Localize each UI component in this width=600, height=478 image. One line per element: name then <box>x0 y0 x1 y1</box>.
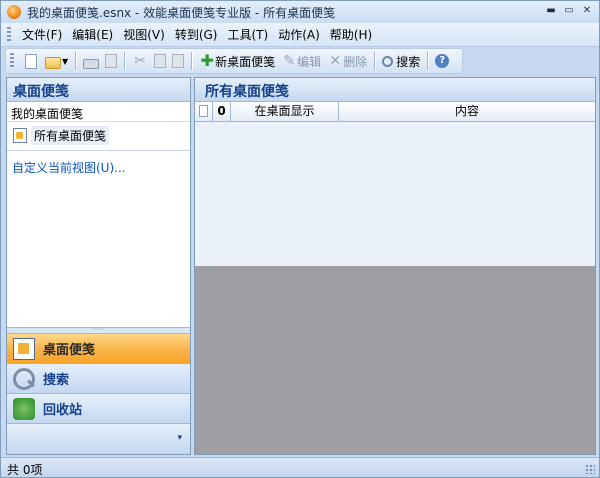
notes-table: 0 在桌面显示 内容 ◀ ||| ▶ <box>195 102 595 285</box>
menu-view[interactable]: 视图(V) <box>118 26 170 43</box>
app-logo-icon <box>7 5 21 19</box>
nav-pane-title: 桌面便笺 <box>7 78 190 102</box>
toolbar: ▼ ✂ ✚ 新桌面便笺 ✎ 编辑 ✕ 删除 搜索 ? <box>5 48 463 74</box>
status-item-count: 共 0项 <box>7 463 43 477</box>
print-preview-icon <box>105 54 118 68</box>
chevron-down-icon[interactable]: ▾ <box>177 433 182 443</box>
minimize-button[interactable]: ▬ <box>543 4 559 18</box>
help-button[interactable]: ? <box>432 50 452 72</box>
nav-notes-label: 桌面便笺 <box>43 343 96 358</box>
menu-file[interactable]: 文件(F) <box>17 26 67 43</box>
navigation-pane: 桌面便笺 我的桌面便笺 所有桌面便笺 自定义当前视图(U)... ····· 桌… <box>6 77 191 455</box>
nav-search-label: 搜索 <box>43 373 70 388</box>
app-window: 我的桌面便笺.esnx - 效能桌面便笺专业版 - 所有桌面便笺 ▬ ▭ ✕ 文… <box>0 0 600 478</box>
column-content[interactable]: 内容 <box>339 102 595 121</box>
reading-pane <box>195 266 595 454</box>
column-attachment[interactable]: 0 <box>213 102 231 121</box>
open-folder-icon <box>45 56 61 69</box>
window-controls: ▬ ▭ ✕ <box>543 4 595 18</box>
delete-button[interactable]: ✕ 删除 <box>324 50 370 72</box>
table-header: 0 在桌面显示 内容 <box>195 102 595 122</box>
copy-icon <box>154 54 167 68</box>
nav-options-bar[interactable]: ▾ <box>7 423 190 454</box>
edit-button[interactable]: ✎ 编辑 <box>278 50 324 72</box>
nav-recycle-button[interactable]: 回收站 <box>7 393 190 423</box>
toolbar-grip[interactable] <box>10 53 14 69</box>
print-button[interactable] <box>80 50 102 72</box>
search-icon <box>13 367 35 390</box>
status-bar: 共 0项 <box>1 457 599 477</box>
new-note-label: 新桌面便笺 <box>215 54 276 69</box>
nav-notes-button[interactable]: 桌面便笺 <box>7 333 190 363</box>
paste-icon <box>172 54 185 68</box>
view-title: 所有桌面便笺 <box>195 78 595 102</box>
nav-recycle-label: 回收站 <box>43 403 83 418</box>
delete-x-icon: ✕ <box>329 53 342 69</box>
notes-view-pane: 所有桌面便笺 0 在桌面显示 内容 ◀ ||| ▶ <box>194 77 596 455</box>
search-button[interactable]: 搜索 <box>379 50 423 72</box>
nav-search-button[interactable]: 搜索 <box>7 363 190 393</box>
notes-icon <box>13 337 35 360</box>
new-file-button[interactable] <box>20 50 42 72</box>
menu-tools[interactable]: 工具(T) <box>222 26 273 43</box>
toolbar-separator <box>75 52 77 70</box>
delete-label: 删除 <box>343 54 368 69</box>
edit-label: 编辑 <box>297 54 322 69</box>
menu-bar: 文件(F) 编辑(E) 视图(V) 转到(G) 工具(T) 动作(A) 帮助(H… <box>1 23 599 47</box>
column-show-on-desktop[interactable]: 在桌面显示 <box>231 102 339 121</box>
printer-icon <box>83 58 100 69</box>
new-file-icon <box>25 53 37 69</box>
menu-grip[interactable] <box>7 26 11 43</box>
divider <box>7 150 190 151</box>
toolbar-separator <box>427 52 429 70</box>
copy-button[interactable] <box>151 50 169 72</box>
magnifier-icon <box>382 55 394 67</box>
close-button[interactable]: ✕ <box>579 4 595 18</box>
scissors-icon: ✂ <box>134 53 147 69</box>
toolbar-separator <box>191 52 193 70</box>
menu-actions[interactable]: 动作(A) <box>273 26 325 43</box>
folder-all-notes-label: 所有桌面便笺 <box>31 125 110 145</box>
folder-group-title: 我的桌面便笺 <box>7 102 190 122</box>
plus-icon: ✚ <box>200 51 214 70</box>
toolbar-separator <box>374 52 376 70</box>
recycle-bin-icon <box>13 397 35 420</box>
dropdown-arrow-icon: ▼ <box>62 56 69 66</box>
toolbar-separator <box>124 52 126 70</box>
customize-view-link[interactable]: 自定义当前视图(U)... <box>12 159 190 176</box>
title-bar: 我的桌面便笺.esnx - 效能桌面便笺专业版 - 所有桌面便笺 ▬ ▭ ✕ <box>1 1 599 23</box>
menu-edit[interactable]: 编辑(E) <box>67 26 118 43</box>
pencil-icon: ✎ <box>283 53 296 69</box>
open-file-button[interactable]: ▼ <box>42 50 71 72</box>
print-preview-button[interactable] <box>102 50 120 72</box>
paste-button[interactable] <box>169 50 187 72</box>
resize-grip[interactable] <box>585 464 595 474</box>
new-note-button[interactable]: ✚ 新桌面便笺 <box>196 50 278 72</box>
help-icon: ? <box>435 54 450 68</box>
cut-button[interactable]: ✂ <box>129 50 151 72</box>
notes-folder-icon <box>13 127 27 143</box>
search-label: 搜索 <box>396 54 421 69</box>
menu-help[interactable]: 帮助(H) <box>325 26 377 43</box>
column-note-type[interactable] <box>195 102 213 121</box>
maximize-button[interactable]: ▭ <box>561 4 577 18</box>
document-icon <box>199 105 208 117</box>
menu-goto[interactable]: 转到(G) <box>170 26 223 43</box>
window-title: 我的桌面便笺.esnx - 效能桌面便笺专业版 - 所有桌面便笺 <box>27 5 336 20</box>
folder-all-notes[interactable]: 所有桌面便笺 <box>13 125 190 145</box>
